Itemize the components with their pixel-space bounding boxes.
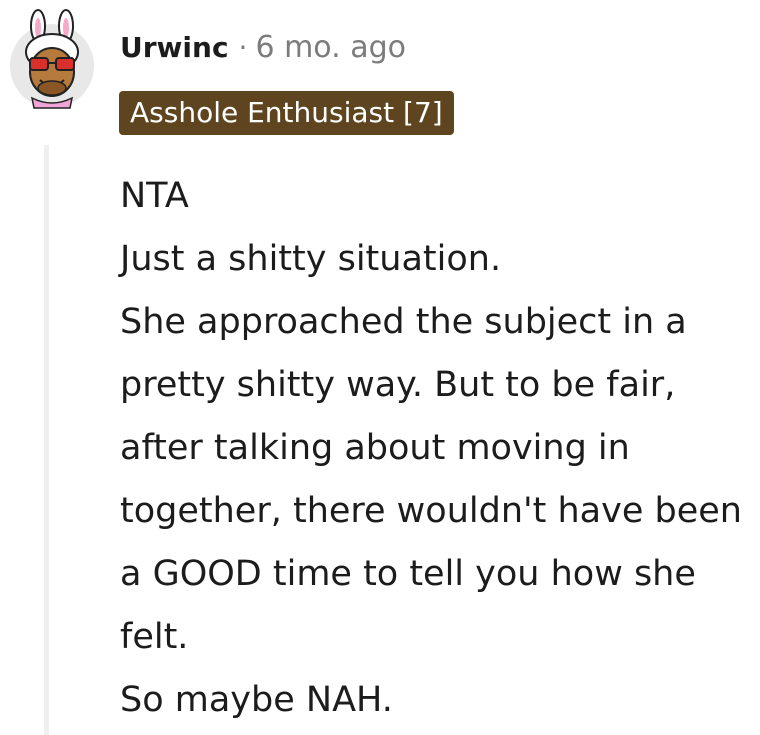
bunny-ears-sunglasses-avatar-icon: [10, 9, 94, 109]
user-flair[interactable]: Asshole Enthusiast [7]: [119, 91, 454, 135]
comment-line: Just a shitty situation.: [120, 239, 502, 279]
timestamp-link[interactable]: 6 mo. ago: [255, 30, 406, 65]
username-link[interactable]: Urwinc: [120, 31, 229, 64]
comment-line: NTA: [120, 176, 189, 216]
comment-body: NTA Just a shitty situation. She approac…: [120, 165, 750, 732]
thread-collapse-line[interactable]: [44, 145, 49, 735]
user-avatar[interactable]: [8, 8, 96, 112]
separator-dot: ·: [238, 31, 248, 64]
comment-line: She approached the subject in a pretty s…: [120, 302, 742, 657]
comment-line: So maybe NAH.: [120, 680, 393, 720]
comment-header: Urwinc · 6 mo. ago: [120, 30, 406, 65]
